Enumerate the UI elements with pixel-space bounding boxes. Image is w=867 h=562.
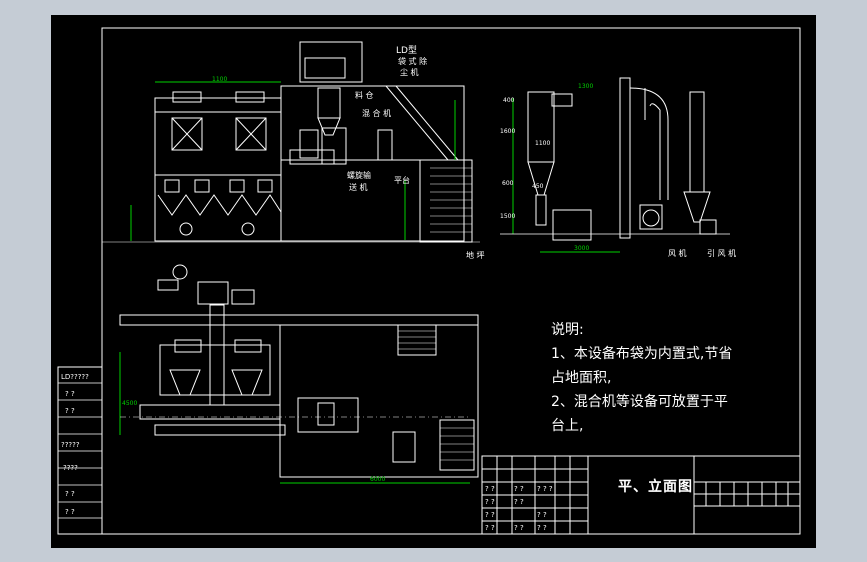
drawing-title: 平、立面图 (618, 479, 693, 495)
notes-line-2b: 台上, (551, 418, 584, 434)
table-cell-0: ? ? (485, 485, 495, 493)
notes-block: 说明: 1、本设备布袋为内置式,节省 占地面积, 2、混合机等设备可放置于平 台… (551, 318, 732, 438)
label-ldm-2: 袋 式 除 (398, 57, 428, 66)
table-cell-3: ? ? (485, 524, 495, 532)
table-cell-2: ? ? (485, 511, 495, 519)
side-box-0: LD????? (61, 373, 89, 381)
dim-9: 4500 (122, 400, 138, 407)
cad-drawing (51, 15, 816, 548)
table-cell-8: ? ? (537, 511, 547, 519)
dim-1: 400 (503, 97, 515, 104)
dim-8: 3000 (574, 245, 590, 252)
label-ldm: LD型 (396, 46, 417, 56)
side-box-6: ? ? (65, 508, 75, 516)
label-ground: 地 坪 (466, 251, 485, 260)
side-box-2: ? ? (65, 407, 75, 415)
dim-10: 6000 (370, 476, 386, 483)
side-box-5: ? ? (65, 490, 75, 498)
notes-heading: 说明: (551, 322, 584, 338)
table-cell-7: ? ? ? (537, 485, 553, 493)
dim-7: 1300 (578, 83, 594, 90)
label-mixer: 混 合 机 (362, 109, 392, 118)
label-conveyor-2: 送 机 (349, 183, 368, 192)
table-cell-1: ? ? (485, 498, 495, 506)
notes-line-1: 1、本设备布袋为内置式,节省 (551, 346, 733, 362)
table-cell-9: ? ? (537, 524, 547, 532)
dim-4: 600 (502, 180, 514, 187)
side-box-3: ????? (61, 441, 80, 449)
dim-3: 1100 (535, 140, 551, 147)
label-platform: 平台 (394, 176, 410, 185)
notes-line-1b: 占地面积, (551, 370, 612, 386)
side-box-4: ???? (63, 464, 78, 472)
table-cell-6: ? ? (514, 524, 524, 532)
dim-5: 450 (532, 183, 544, 190)
label-conveyor: 螺旋输 (347, 171, 371, 180)
table-cell-4: ? ? (514, 485, 524, 493)
label-bin: 料 仓 (355, 91, 374, 100)
table-cell-5: ? ? (514, 498, 524, 506)
label-ldm-3: 尘 机 (400, 68, 419, 77)
sheet-background (51, 15, 816, 548)
label-fan: 风 机 (668, 249, 687, 258)
label-outlet: 引 风 机 (707, 249, 737, 258)
dim-6: 1500 (500, 213, 516, 220)
dim-0: 1100 (212, 76, 228, 83)
side-box-1: ? ? (65, 390, 75, 398)
dim-2: 1600 (500, 128, 516, 135)
notes-line-2: 2、混合机等设备可放置于平 (551, 394, 728, 410)
